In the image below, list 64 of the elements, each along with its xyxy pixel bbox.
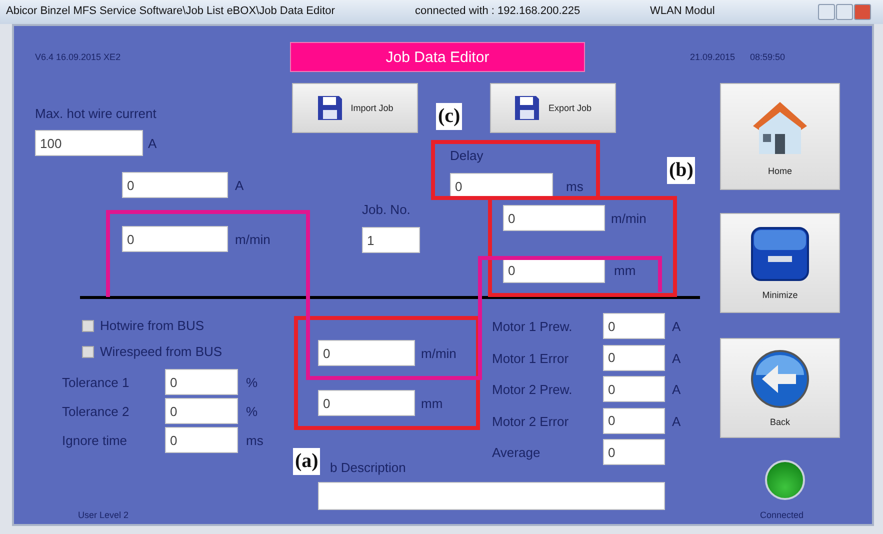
minimize-icon xyxy=(750,226,810,282)
field-label: Max. hot wire current xyxy=(35,106,156,121)
unit-label: ms xyxy=(246,433,264,448)
input-field[interactable]: 0 xyxy=(318,340,415,366)
input-field[interactable]: 0 xyxy=(318,390,415,416)
module-text: WLAN Modul xyxy=(650,5,715,17)
input-field[interactable]: 0 xyxy=(165,398,238,424)
restore-icon[interactable] xyxy=(818,4,835,20)
status-text: Connected xyxy=(760,510,804,520)
maximize-icon[interactable] xyxy=(836,4,853,20)
unit-label: mm xyxy=(614,263,636,278)
unit-label: mm xyxy=(421,396,443,411)
input-field[interactable]: 0 xyxy=(122,226,228,252)
description-field[interactable] xyxy=(318,482,665,510)
field-label: Motor 1 Error xyxy=(492,350,569,366)
input-field[interactable]: 0 xyxy=(603,313,665,339)
unit-label: A xyxy=(235,178,244,193)
field-label: Average xyxy=(492,445,540,460)
field-label: Tolerance 1 xyxy=(62,375,130,390)
input-field[interactable]: 0 xyxy=(603,408,665,434)
close-icon[interactable] xyxy=(854,4,871,20)
input-field[interactable]: 0 xyxy=(603,344,665,370)
connection-text: connected with : 192.168.200.225 xyxy=(415,5,580,17)
annotation-label: (a) xyxy=(293,448,320,475)
minimize-button[interactable]: Minimize xyxy=(720,213,840,313)
home-button[interactable]: Home xyxy=(720,83,840,190)
field-label: b Description xyxy=(330,460,406,475)
export-job-button[interactable]: Export Job xyxy=(490,83,616,133)
field-label: Motor 1 Prew. xyxy=(492,319,572,334)
field-label: Motor 2 Error xyxy=(492,414,569,428)
input-field[interactable]: 0 xyxy=(165,369,238,395)
unit-label: A xyxy=(672,414,681,428)
unit-label: % xyxy=(246,375,258,390)
unit-label: ms xyxy=(566,179,584,194)
unit-label: A xyxy=(672,319,681,334)
unit-label: m/min xyxy=(421,346,456,361)
back-button[interactable]: Back xyxy=(720,338,840,438)
import-job-button[interactable]: Import Job xyxy=(292,83,418,133)
time-text: 08:59:50 xyxy=(750,52,786,62)
field-label: Delay xyxy=(450,148,484,163)
input-field[interactable]: 0 xyxy=(122,172,228,198)
input-field[interactable]: 0 xyxy=(603,439,665,465)
input-field[interactable]: 1 xyxy=(362,227,420,253)
page-title: Job Data Editor xyxy=(290,42,585,72)
annotation-label: (b) xyxy=(667,157,696,184)
version-text: V6.4 16.09.2015 XE2 xyxy=(35,52,121,62)
unit-label: A xyxy=(672,350,681,366)
user-level-text: User Level 2 xyxy=(78,510,129,520)
unit-label: A xyxy=(672,382,681,397)
unit-label: A xyxy=(148,136,157,151)
annotation-label: (c) xyxy=(436,103,462,130)
field-label: Tolerance 2 xyxy=(62,404,130,419)
unit-label: % xyxy=(246,404,258,419)
input-field[interactable]: 100 xyxy=(35,130,143,156)
input-field[interactable]: 0 xyxy=(165,427,238,453)
input-field[interactable]: 0 xyxy=(603,376,665,402)
field-label: Job. No. xyxy=(362,202,410,217)
input-field[interactable]: 0 xyxy=(503,205,605,231)
unit-label: m/min xyxy=(235,232,270,247)
field-label: Ignore time xyxy=(62,433,128,448)
window-title: Abicor Binzel MFS Service Software\Job List eBOX\Job Data Editor xyxy=(6,5,335,17)
date-text: 21.09.2015 xyxy=(690,52,736,62)
field-label: Motor 2 Prew. xyxy=(492,382,572,397)
unit-label: m/min xyxy=(611,211,646,226)
